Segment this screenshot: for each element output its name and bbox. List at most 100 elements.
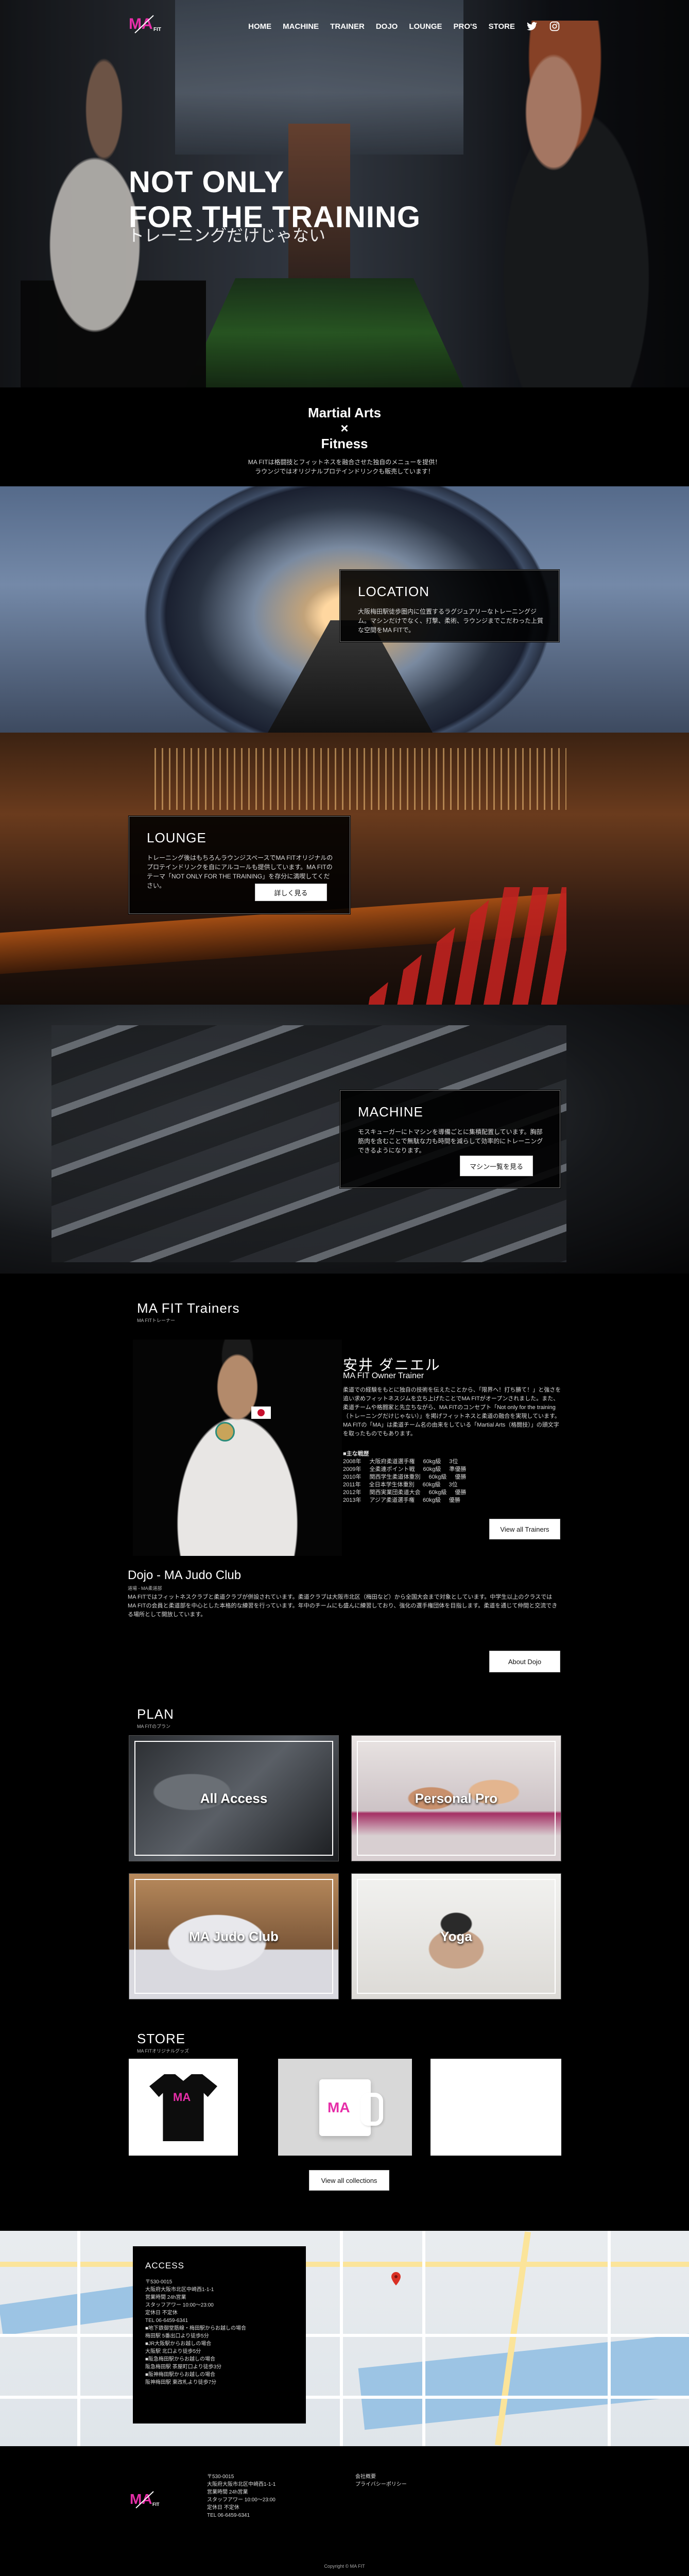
access-line: スタッフアワー 10:00〜23:00 bbox=[145, 2302, 214, 2308]
dojo-text: MA FITではフィットネスクラブと柔道クラブが併設されています。柔道クラブは大… bbox=[128, 1594, 558, 1618]
career-class: 60kg級 bbox=[428, 1474, 447, 1480]
career-event: 全日本学生体重別 bbox=[369, 1482, 415, 1488]
machine-list-button[interactable]: マシン一覧を見る bbox=[460, 1156, 533, 1176]
career-result: 優勝 bbox=[455, 1489, 467, 1496]
access-line: 大阪駅 北口より徒歩5分 bbox=[145, 2349, 201, 2354]
career-year: 2013年 bbox=[343, 1497, 361, 1503]
river bbox=[358, 2330, 689, 2430]
hero-subtitle: トレーニングだけじゃない bbox=[128, 226, 326, 245]
plan-card-judo-club[interactable]: MA Judo Club bbox=[129, 1873, 339, 1999]
career-result: 準優勝 bbox=[449, 1466, 467, 1472]
twitter-icon[interactable] bbox=[526, 21, 538, 32]
site-footer bbox=[0, 2446, 689, 2576]
access-line: 定休日 不定休 bbox=[145, 2310, 178, 2316]
nav-dojo[interactable]: DOJO bbox=[376, 22, 398, 31]
trainers-subtitle: MA FITトレーナー bbox=[137, 1318, 175, 1323]
product-blank[interactable] bbox=[430, 2059, 561, 2156]
plan-card-personal-pro[interactable]: Personal Pro bbox=[351, 1735, 561, 1861]
site-logo[interactable]: MA FIT bbox=[128, 12, 164, 35]
career-class: 60kg級 bbox=[428, 1489, 447, 1496]
dojo-subtitle: 道場 - MA柔道部 bbox=[128, 1586, 162, 1591]
career-class: 60kg級 bbox=[423, 1466, 441, 1472]
instagram-icon[interactable] bbox=[549, 21, 560, 32]
access-line: ■阪神梅田駅からお越しの場合 bbox=[145, 2372, 216, 2378]
hero-title-line1: NOT ONLY bbox=[129, 165, 285, 199]
street bbox=[0, 2396, 689, 2399]
career-year: 2009年 bbox=[343, 1466, 361, 1472]
street bbox=[0, 2334, 689, 2337]
product-tshirt[interactable]: MA bbox=[129, 2059, 238, 2156]
nav-trainer[interactable]: TRAINER bbox=[330, 22, 365, 31]
career-event: 大阪府柔道選手権 bbox=[369, 1459, 415, 1465]
career-heading: ■主な戦歴 bbox=[343, 1451, 369, 1457]
medal-icon bbox=[215, 1422, 235, 1442]
nav-lounge[interactable]: LOUNGE bbox=[409, 22, 442, 31]
career-list: ■主な戦歴 2008年 大阪府柔道選手権 60kg級 3位 2009年 全柔連ポイント戦… bbox=[343, 1450, 466, 1504]
footer-logo[interactable]: MA FIT bbox=[130, 2488, 163, 2509]
footer-address-line: 大阪府大阪市北区中崎西1-1-1 bbox=[207, 2482, 276, 2487]
street bbox=[77, 2231, 80, 2446]
nav-machine[interactable]: MACHINE bbox=[283, 22, 319, 31]
career-event: 関西実業団柔道大会 bbox=[369, 1489, 421, 1496]
nav-store[interactable]: STORE bbox=[489, 22, 515, 31]
intro-title-line1: Martial Arts bbox=[307, 405, 382, 420]
tshirt-logo: MA bbox=[173, 2091, 191, 2104]
access-line: 〒530-0015 bbox=[145, 2279, 173, 2285]
copyright: Copyright © MA FIT bbox=[324, 2564, 365, 2569]
footer-address-line: スタッフアワー 10:00〜23:00 bbox=[207, 2497, 275, 2503]
machine-text: モスキューガーにトマシンを導備ごとに集積配置しています。胸部筋肉を含むことで無駄… bbox=[358, 1128, 543, 1154]
plan-label: All Access bbox=[200, 1790, 268, 1806]
about-dojo-button[interactable]: About Dojo bbox=[489, 1651, 560, 1672]
career-event: 関西学生柔道体重別 bbox=[369, 1474, 421, 1480]
career-year: 2012年 bbox=[343, 1489, 361, 1496]
career-result: 優勝 bbox=[455, 1474, 467, 1480]
footer-link-privacy[interactable]: プライバシーポリシー bbox=[355, 2481, 407, 2488]
lounge-more-button[interactable]: 詳しく見る bbox=[255, 884, 327, 901]
lounge-card: LOUNGE トレーニング後はもちろんラウンジスペースでMA FITオリジナルの… bbox=[129, 816, 350, 914]
access-line: 阪急梅田駅 茶屋町口より徒歩3分 bbox=[145, 2364, 222, 2370]
access-line: 阪神梅田駅 東改札より徒歩7分 bbox=[145, 2380, 217, 2385]
footer-address: 〒530-0015 大阪府大阪市北区中崎西1-1-1 営業時間 24h営業 スタ… bbox=[207, 2473, 275, 2519]
tshirt-image bbox=[149, 2074, 217, 2141]
location-title: LOCATION bbox=[358, 584, 429, 599]
machine-card: MACHINE モスキューガーにトマシンを導備ごとに集積配置しています。胸部筋肉… bbox=[340, 1090, 560, 1188]
intro-title: Martial Arts × Fitness bbox=[0, 405, 689, 451]
map-pin-icon[interactable] bbox=[391, 2272, 401, 2285]
career-row: 2013年 アジア柔道選手権 60kg級 優勝 bbox=[343, 1497, 466, 1504]
tshirt-logo-text: MA bbox=[173, 2091, 191, 2104]
plan-label: Yoga bbox=[440, 1928, 472, 1944]
view-collections-button[interactable]: View all collections bbox=[309, 2170, 389, 2191]
footer-address-line: 〒530-0015 bbox=[207, 2474, 234, 2480]
access-line: 営業時間 24h営業 bbox=[145, 2295, 186, 2300]
street bbox=[422, 2231, 425, 2446]
mug-logo: MA bbox=[328, 2099, 350, 2115]
access-line: ■JR大阪駅からお越しの場合 bbox=[145, 2341, 212, 2347]
career-event: アジア柔道選手権 bbox=[369, 1497, 415, 1503]
footer-links: 会社概要 プライバシーポリシー bbox=[355, 2473, 407, 2488]
nav-home[interactable]: HOME bbox=[248, 22, 271, 31]
product-mug[interactable]: MA bbox=[278, 2059, 412, 2156]
career-class: 60kg級 bbox=[423, 1497, 441, 1503]
nav-pros[interactable]: PRO'S bbox=[454, 22, 477, 31]
plan-label: MA Judo Club bbox=[189, 1928, 279, 1944]
career-year: 2011年 bbox=[343, 1482, 361, 1488]
plan-subtitle: MA FITのプラン bbox=[137, 1724, 170, 1729]
footer-logo-sub: FIT bbox=[152, 2502, 160, 2507]
intro-text-line2: ラウンジではオリジナルプロテインドリンクも販売しています！ bbox=[255, 468, 434, 475]
footer-link-company[interactable]: 会社概要 bbox=[355, 2473, 407, 2481]
location-card: LOCATION 大阪梅田駅徒歩圏内に位置するラグジュアリーなトレーニングジム。… bbox=[340, 570, 559, 642]
intro-title-line2: × bbox=[340, 420, 349, 436]
plan-card-yoga[interactable]: Yoga bbox=[351, 1873, 561, 1999]
view-trainers-button[interactable]: View all Trainers bbox=[489, 1519, 560, 1539]
career-row: 2009年 全柔連ポイント戦 60kg級 準優勝 bbox=[343, 1466, 466, 1473]
career-result: 3位 bbox=[449, 1482, 458, 1488]
career-row: 2010年 関西学生柔道体重別 60kg級 優勝 bbox=[343, 1473, 466, 1481]
access-line: TEL 06-6459-6341 bbox=[145, 2318, 188, 2324]
main-nav: HOME MACHINE TRAINER DOJO LOUNGE PRO'S S… bbox=[248, 21, 560, 32]
trainer-role: MA FIT Owner Trainer bbox=[343, 1371, 424, 1380]
lounge-section: LOUNGE トレーニング後はもちろんラウンジスペースでMA FITオリジナルの… bbox=[0, 733, 689, 1005]
access-line: 梅田駅 5番出口より徒歩5分 bbox=[145, 2333, 209, 2339]
plan-card-all-access[interactable]: All Access bbox=[129, 1735, 339, 1861]
career-row: 2012年 関西実業団柔道大会 60kg級 優勝 bbox=[343, 1489, 466, 1497]
access-map[interactable] bbox=[0, 2231, 689, 2446]
